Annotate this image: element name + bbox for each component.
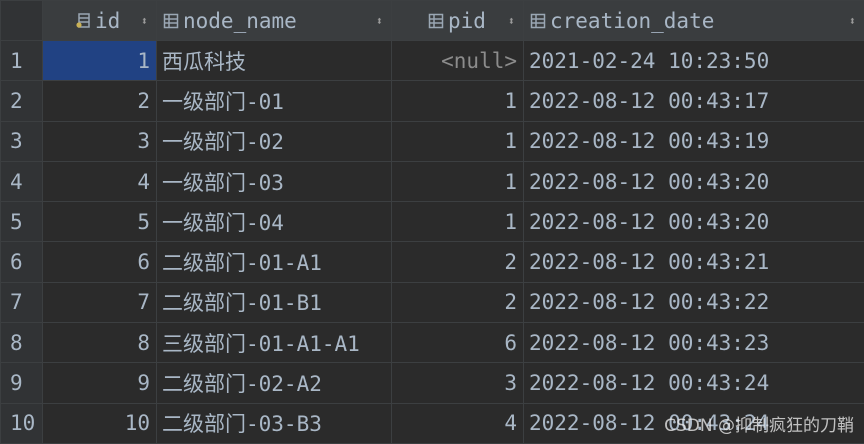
row-number[interactable]: 10 xyxy=(0,402,43,444)
corner-cell[interactable] xyxy=(0,0,43,41)
cell-id[interactable]: 7 xyxy=(42,281,157,324)
table-row[interactable]: 3 3 一级部门-02 1 2022-08-12 00:43:19 xyxy=(0,120,864,162)
cell-id[interactable]: 9 xyxy=(42,362,157,404)
cell-pid[interactable]: <null> xyxy=(391,39,524,82)
sort-icon[interactable]: ⬍ xyxy=(376,14,383,28)
row-number[interactable]: 9 xyxy=(0,362,43,404)
cell-node-name[interactable]: 一级部门-04 xyxy=(156,201,392,243)
cell-creation-date[interactable]: 2022-08-12 00:43:20 xyxy=(523,201,864,243)
cell-node-name[interactable]: 二级部门-03-B3 xyxy=(156,402,392,444)
cell-pid[interactable]: 2 xyxy=(391,281,524,324)
cell-id[interactable]: 5 xyxy=(42,201,157,243)
cell-creation-date[interactable]: 2022-08-12 00:43:23 xyxy=(523,322,864,364)
column-header-label: node_name xyxy=(183,8,297,33)
cell-id[interactable]: 3 xyxy=(42,120,157,162)
cell-pid[interactable]: 1 xyxy=(391,201,524,243)
key-column-icon xyxy=(75,12,91,29)
cell-pid[interactable]: 1 xyxy=(391,80,524,122)
row-number[interactable]: 4 xyxy=(0,160,43,203)
row-number[interactable]: 7 xyxy=(0,281,43,324)
cell-pid[interactable]: 1 xyxy=(391,160,524,203)
cell-id[interactable]: 2 xyxy=(42,80,157,122)
result-grid: id ⬍ node_name ⬍ pid ⬍ creation_date ⬍ 1… xyxy=(0,0,864,444)
sort-icon[interactable]: ⬍ xyxy=(849,14,856,28)
column-header-creation-date[interactable]: creation_date ⬍ xyxy=(523,0,864,41)
cell-id[interactable]: 8 xyxy=(42,322,157,364)
cell-creation-date[interactable]: 2022-08-12 00:43:21 xyxy=(523,241,864,283)
sort-icon[interactable]: ⬍ xyxy=(141,14,148,28)
table-row[interactable]: 6 6 二级部门-01-A1 2 2022-08-12 00:43:21 xyxy=(0,241,864,283)
cell-node-name[interactable]: 三级部门-01-A1-A1 xyxy=(156,322,392,364)
cell-node-name[interactable]: 二级部门-02-A2 xyxy=(156,362,392,404)
row-number[interactable]: 5 xyxy=(0,201,43,243)
table-row[interactable]: 1 1 西瓜科技 <null> 2021-02-24 10:23:50 xyxy=(0,39,864,82)
column-header-id[interactable]: id ⬍ xyxy=(42,0,157,41)
column-header-label: pid xyxy=(448,8,486,33)
cell-creation-date[interactable]: 2022-08-12 00:43:20 xyxy=(523,160,864,203)
cell-pid[interactable]: 4 xyxy=(391,402,524,444)
cell-id[interactable]: 1 xyxy=(42,39,157,82)
column-header-node-name[interactable]: node_name ⬍ xyxy=(156,0,392,41)
cell-id[interactable]: 10 xyxy=(42,402,157,444)
table-row[interactable]: 2 2 一级部门-01 1 2022-08-12 00:43:17 xyxy=(0,80,864,122)
row-number[interactable]: 3 xyxy=(0,120,43,162)
table-row[interactable]: 9 9 二级部门-02-A2 3 2022-08-12 00:43:24 xyxy=(0,362,864,404)
table-row[interactable]: 8 8 三级部门-01-A1-A1 6 2022-08-12 00:43:23 xyxy=(0,322,864,364)
cell-creation-date[interactable]: 2022-08-12 00:43:19 xyxy=(523,120,864,162)
sort-icon[interactable]: ⬍ xyxy=(508,14,515,28)
row-number[interactable]: 1 xyxy=(0,39,43,82)
cell-pid[interactable]: 1 xyxy=(391,120,524,162)
column-header-label: creation_date xyxy=(550,8,715,33)
cell-id[interactable]: 6 xyxy=(42,241,157,283)
column-icon xyxy=(530,13,546,29)
cell-node-name[interactable]: 一级部门-01 xyxy=(156,80,392,122)
cell-creation-date[interactable]: 2021-02-24 10:23:50 xyxy=(523,39,864,82)
header-row: id ⬍ node_name ⬍ pid ⬍ creation_date ⬍ xyxy=(0,0,864,41)
table-row[interactable]: 5 5 一级部门-04 1 2022-08-12 00:43:20 xyxy=(0,201,864,243)
column-header-label: id xyxy=(95,8,121,33)
cell-creation-date[interactable]: 2022-08-12 00:43:22 xyxy=(523,281,864,324)
cell-creation-date[interactable]: 2022-08-12 00:43:24 xyxy=(523,402,864,444)
row-number[interactable]: 2 xyxy=(0,80,43,122)
column-icon xyxy=(428,13,444,29)
cell-pid[interactable]: 6 xyxy=(391,322,524,364)
row-number[interactable]: 8 xyxy=(0,322,43,364)
cell-creation-date[interactable]: 2022-08-12 00:43:17 xyxy=(523,80,864,122)
cell-node-name[interactable]: 西瓜科技 xyxy=(156,39,392,82)
cell-pid[interactable]: 3 xyxy=(391,362,524,404)
cell-node-name[interactable]: 二级部门-01-A1 xyxy=(156,241,392,283)
cell-node-name[interactable]: 一级部门-03 xyxy=(156,160,392,203)
table-row[interactable]: 4 4 一级部门-03 1 2022-08-12 00:43:20 xyxy=(0,160,864,203)
cell-pid[interactable]: 2 xyxy=(391,241,524,283)
table-row[interactable]: 10 10 二级部门-03-B3 4 2022-08-12 00:43:24 xyxy=(0,402,864,444)
cell-id[interactable]: 4 xyxy=(42,160,157,203)
cell-creation-date[interactable]: 2022-08-12 00:43:24 xyxy=(523,362,864,404)
cell-node-name[interactable]: 二级部门-01-B1 xyxy=(156,281,392,324)
row-number[interactable]: 6 xyxy=(0,241,43,283)
cell-node-name[interactable]: 一级部门-02 xyxy=(156,120,392,162)
table-row[interactable]: 7 7 二级部门-01-B1 2 2022-08-12 00:43:22 xyxy=(0,281,864,324)
column-header-pid[interactable]: pid ⬍ xyxy=(391,0,524,41)
column-icon xyxy=(163,13,179,29)
